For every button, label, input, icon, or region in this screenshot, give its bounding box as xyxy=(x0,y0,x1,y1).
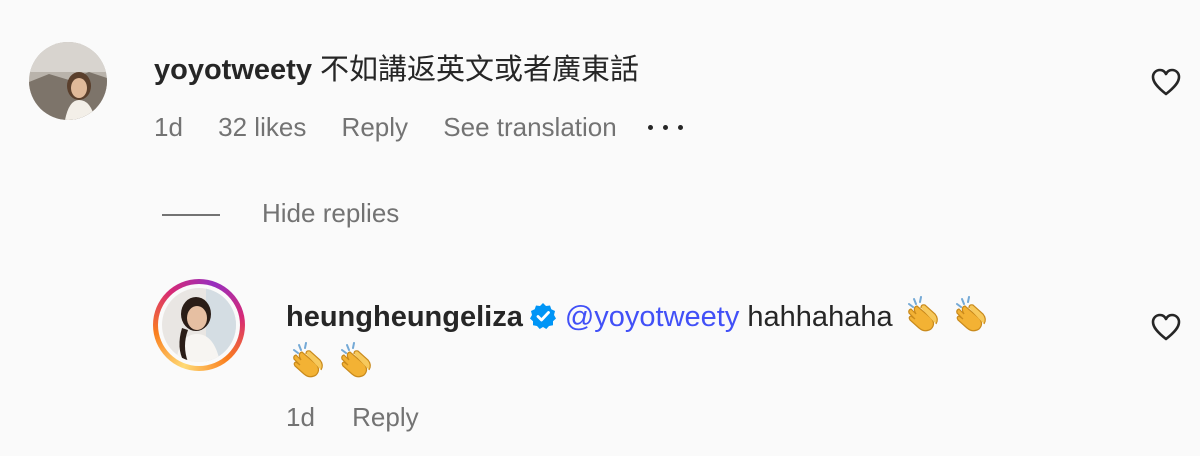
reply-reply-button[interactable]: Reply xyxy=(352,401,418,433)
clapping-hands-icon xyxy=(293,342,323,378)
hide-replies-button[interactable]: Hide replies xyxy=(262,197,399,229)
reply-like-heart-icon[interactable] xyxy=(1151,313,1181,341)
see-translation-button[interactable]: See translation xyxy=(443,111,616,143)
comment-reply-button[interactable]: Reply xyxy=(342,111,408,143)
reply-mention-link[interactable]: @yoyotweety xyxy=(565,301,740,333)
commenter-photo-icon xyxy=(29,42,107,120)
story-ring[interactable] xyxy=(153,279,245,371)
commenter-avatar[interactable] xyxy=(29,42,107,120)
hide-replies-divider xyxy=(162,214,220,216)
comment-text: 不如講返英文或者廣東話 xyxy=(320,54,640,86)
reply-time[interactable]: 1d xyxy=(286,401,315,433)
reply-content: heungheungeliza @yoyotweety hahhahaha xyxy=(286,294,1126,386)
verified-badge-icon xyxy=(529,303,556,329)
comment-likes[interactable]: 32 likes xyxy=(218,111,306,143)
comment-username[interactable]: yoyotweety xyxy=(154,54,312,86)
reply-photo-icon xyxy=(162,288,236,362)
comment-line: yoyotweety 不如講返英文或者廣東話 xyxy=(154,52,639,88)
like-heart-icon[interactable] xyxy=(1151,68,1181,96)
comment-time[interactable]: 1d xyxy=(154,111,183,143)
reply-text: hahhahaha xyxy=(747,301,893,333)
reply-username[interactable]: heungheungeliza xyxy=(286,301,523,333)
reply-meta: 1d Reply xyxy=(286,401,419,433)
more-options-icon[interactable] xyxy=(644,111,688,143)
reply-avatar[interactable] xyxy=(162,288,236,362)
clapping-hands-icon xyxy=(341,342,371,378)
clapping-hands-icon xyxy=(955,296,986,332)
clapping-hands-icon xyxy=(907,296,938,332)
comment-meta: 1d 32 likes Reply See translation xyxy=(154,111,688,143)
